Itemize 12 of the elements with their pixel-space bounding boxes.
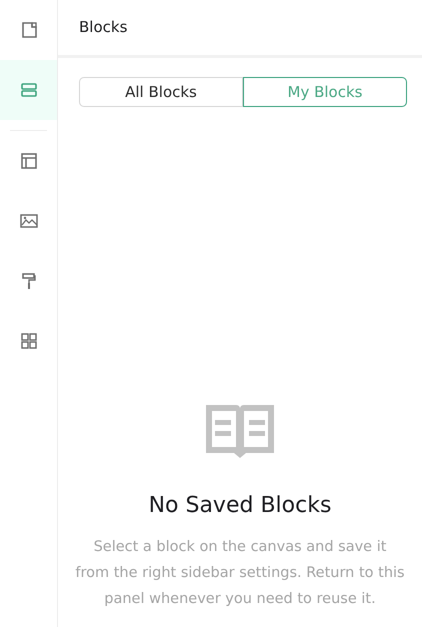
paint-roller-icon: [20, 272, 38, 290]
layout-icon: [20, 152, 38, 170]
image-icon: [20, 212, 38, 230]
tab[interactable]: All Blocks: [79, 77, 243, 107]
page-icon: [20, 21, 38, 39]
empty-description: Select a block on the canvas and save it from the right sidebar settings. Return to this panel whenever you need to reuse it.: [75, 538, 405, 609]
empty-title: No Saved Blocks: [148, 492, 332, 520]
panel-title: Blocks: [79, 17, 128, 38]
book-icon: [204, 403, 276, 459]
grid-icon: [20, 332, 38, 350]
sidebar-item[interactable]: [0, 60, 57, 120]
rows-icon: [20, 81, 38, 99]
